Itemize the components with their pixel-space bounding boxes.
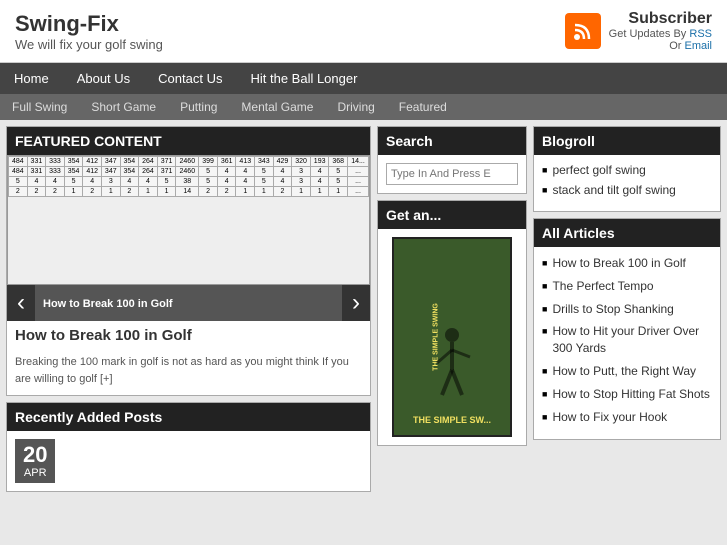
article-item: How to Hit your Driver Over 300 Yards bbox=[542, 323, 712, 357]
get-update-heading: Get an... bbox=[378, 201, 526, 229]
blogroll-heading: Blogroll bbox=[534, 127, 720, 155]
main-nav-item[interactable]: About Us bbox=[63, 63, 144, 94]
prev-arrow[interactable]: ‹ bbox=[7, 285, 35, 321]
featured-nav: ‹ How to Break 100 in Golf › bbox=[7, 285, 370, 321]
recent-post-item: 20 Apr bbox=[7, 431, 370, 491]
email-link[interactable]: Email bbox=[684, 40, 712, 52]
search-input[interactable] bbox=[386, 163, 518, 185]
main-nav-list: HomeAbout UsContact UsHit the Ball Longe… bbox=[0, 63, 727, 94]
blogroll-link[interactable]: perfect golf swing bbox=[552, 163, 645, 177]
blogroll-link[interactable]: stack and tilt golf swing bbox=[552, 183, 675, 197]
subscribe-line2: Or Email bbox=[609, 40, 712, 52]
article-item: How to Stop Hitting Fat Shots bbox=[542, 386, 712, 403]
article-item: How to Break 100 in Golf bbox=[542, 255, 712, 272]
sub-nav-item[interactable]: Full Swing bbox=[0, 94, 79, 120]
score-card-grid: 4843313333544123473542643712460399361413… bbox=[7, 155, 370, 285]
sub-nav: Full SwingShort GamePuttingMental GameDr… bbox=[0, 94, 727, 120]
get-an-update-section: Get an... THE SIMPLE SWING THE SIMPLE SW… bbox=[377, 200, 527, 446]
search-heading: Search bbox=[378, 127, 526, 155]
site-title-block: Swing-Fix We will fix your golf swing bbox=[15, 11, 163, 52]
middle-column: Search Get an... THE SIMPLE SWING bbox=[377, 126, 527, 492]
recent-posts-section: Recently Added Posts 20 Apr bbox=[6, 402, 371, 492]
sub-nav-item[interactable]: Mental Game bbox=[229, 94, 325, 120]
sub-nav-item[interactable]: Featured bbox=[387, 94, 459, 120]
main-nav-item[interactable]: Home bbox=[0, 63, 63, 94]
next-arrow[interactable]: › bbox=[342, 285, 370, 321]
book-image[interactable]: THE SIMPLE SWING THE SIMPLE SW... bbox=[392, 237, 512, 437]
subscribe-text: Subscriber Get Updates By RSS Or Email bbox=[609, 10, 712, 52]
rss-link[interactable]: RSS bbox=[689, 28, 712, 40]
featured-post-title-block: How to Break 100 in Golf bbox=[7, 321, 370, 350]
get-an-update-content: THE SIMPLE SWING THE SIMPLE SW... bbox=[378, 229, 526, 445]
blogroll-list: perfect golf swing stack and tilt golf sw… bbox=[534, 155, 720, 211]
article-link[interactable]: How to Fix your Hook bbox=[552, 409, 667, 426]
main-nav: HomeAbout UsContact UsHit the Ball Longe… bbox=[0, 63, 727, 94]
article-item: How to Putt, the Right Way bbox=[542, 363, 712, 380]
article-link[interactable]: Drills to Stop Shanking bbox=[552, 301, 673, 318]
all-articles-section: All Articles How to Break 100 in Golf The… bbox=[533, 218, 721, 440]
subscribe-block: Subscriber Get Updates By RSS Or Email bbox=[565, 10, 712, 52]
date-month: Apr bbox=[23, 467, 47, 479]
content-wrapper: FEATURED CONTENT 48433133335441234735426… bbox=[0, 120, 727, 498]
article-item: The Perfect Tempo bbox=[542, 278, 712, 295]
featured-content-section: FEATURED CONTENT 48433133335441234735426… bbox=[6, 126, 371, 396]
right-column: Blogroll perfect golf swing stack and til… bbox=[533, 126, 721, 492]
site-header: Swing-Fix We will fix your golf swing Su… bbox=[0, 0, 727, 63]
left-column: FEATURED CONTENT 48433133335441234735426… bbox=[6, 126, 371, 492]
featured-caption: How to Break 100 in Golf bbox=[35, 292, 342, 314]
rss-icon bbox=[565, 13, 601, 49]
date-box: 20 Apr bbox=[15, 439, 55, 483]
site-tagline: We will fix your golf swing bbox=[15, 37, 163, 52]
featured-post-heading: How to Break 100 in Golf bbox=[15, 327, 362, 344]
all-articles-list: How to Break 100 in Golf The Perfect Temp… bbox=[534, 247, 720, 439]
blogroll-item: perfect golf swing bbox=[542, 163, 712, 177]
subscribe-line1: Get Updates By RSS bbox=[609, 28, 712, 40]
site-title: Swing-Fix bbox=[15, 11, 163, 37]
article-link[interactable]: How to Hit your Driver Over 300 Yards bbox=[552, 323, 712, 357]
blogroll-section: Blogroll perfect golf swing stack and til… bbox=[533, 126, 721, 212]
sub-nav-item[interactable]: Short Game bbox=[79, 94, 168, 120]
article-item: How to Fix your Hook bbox=[542, 409, 712, 426]
featured-post-link[interactable]: How to Break 100 in Golf bbox=[43, 298, 173, 310]
article-link[interactable]: How to Putt, the Right Way bbox=[552, 363, 696, 380]
featured-post-desc: Breaking the 100 mark in golf is not as … bbox=[7, 350, 370, 395]
sub-nav-list: Full SwingShort GamePuttingMental GameDr… bbox=[0, 94, 727, 120]
score-table: 4843313333544123473542643712460399361413… bbox=[8, 156, 369, 197]
sub-nav-item[interactable]: Driving bbox=[325, 94, 386, 120]
book-golfer-icon bbox=[422, 325, 482, 405]
featured-heading: FEATURED CONTENT bbox=[7, 127, 370, 155]
article-link[interactable]: The Perfect Tempo bbox=[552, 278, 653, 295]
date-day: 20 bbox=[23, 443, 47, 467]
main-nav-item[interactable]: Hit the Ball Longer bbox=[236, 63, 371, 94]
article-item: Drills to Stop Shanking bbox=[542, 301, 712, 318]
blogroll-item: stack and tilt golf swing bbox=[542, 183, 712, 197]
sub-nav-item[interactable]: Putting bbox=[168, 94, 229, 120]
recent-posts-heading: Recently Added Posts bbox=[7, 403, 370, 431]
subscriber-heading: Subscriber bbox=[609, 10, 712, 28]
book-title: THE SIMPLE SW... bbox=[413, 415, 491, 427]
main-nav-item[interactable]: Contact Us bbox=[144, 63, 236, 94]
featured-image: 4843313333544123473542643712460399361413… bbox=[7, 155, 370, 285]
all-articles-heading: All Articles bbox=[534, 219, 720, 247]
search-section: Search bbox=[377, 126, 527, 194]
search-form bbox=[378, 155, 526, 193]
article-link[interactable]: How to Break 100 in Golf bbox=[552, 255, 685, 272]
article-link[interactable]: How to Stop Hitting Fat Shots bbox=[552, 386, 709, 403]
